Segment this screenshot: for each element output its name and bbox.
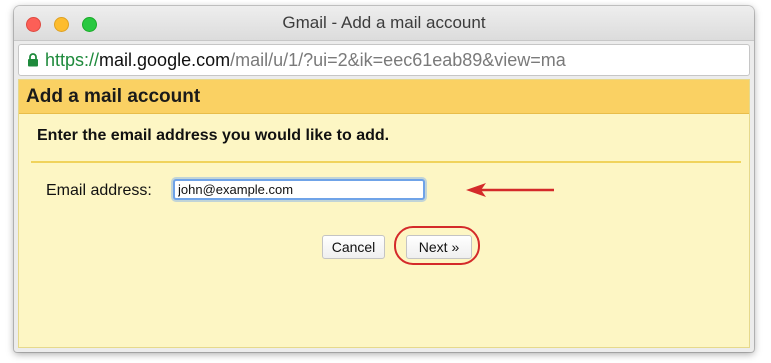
email-address-input[interactable]	[173, 179, 425, 200]
email-label: Email address:	[46, 182, 152, 199]
next-button[interactable]: Next »	[406, 235, 472, 259]
browser-window: Gmail - Add a mail account https://mail.…	[14, 6, 754, 352]
dialog-title: Add a mail account	[26, 86, 201, 107]
instruction-text: Enter the email address you would like t…	[37, 127, 390, 144]
lock-icon	[28, 53, 38, 67]
cancel-button[interactable]: Cancel	[322, 235, 385, 259]
title-bar: Gmail - Add a mail account	[14, 6, 754, 41]
dialog-content: Add a mail account Enter the email addre…	[18, 79, 750, 348]
red-arrow-annotation-icon	[466, 183, 554, 197]
address-bar[interactable]: https://mail.google.com/mail/u/1/?ui=2&i…	[18, 44, 750, 76]
url-scheme: https://	[45, 50, 100, 70]
divider	[31, 161, 741, 163]
url-text[interactable]: https://mail.google.com/mail/u/1/?ui=2&i…	[45, 45, 566, 75]
url-host: mail.google.com	[99, 50, 231, 70]
window-title: Gmail - Add a mail account	[282, 13, 486, 32]
dialog-header: Add a mail account	[19, 80, 749, 114]
url-path: /mail/u/1/?ui=2&ik=eec61eab89&view=ma	[230, 50, 566, 70]
